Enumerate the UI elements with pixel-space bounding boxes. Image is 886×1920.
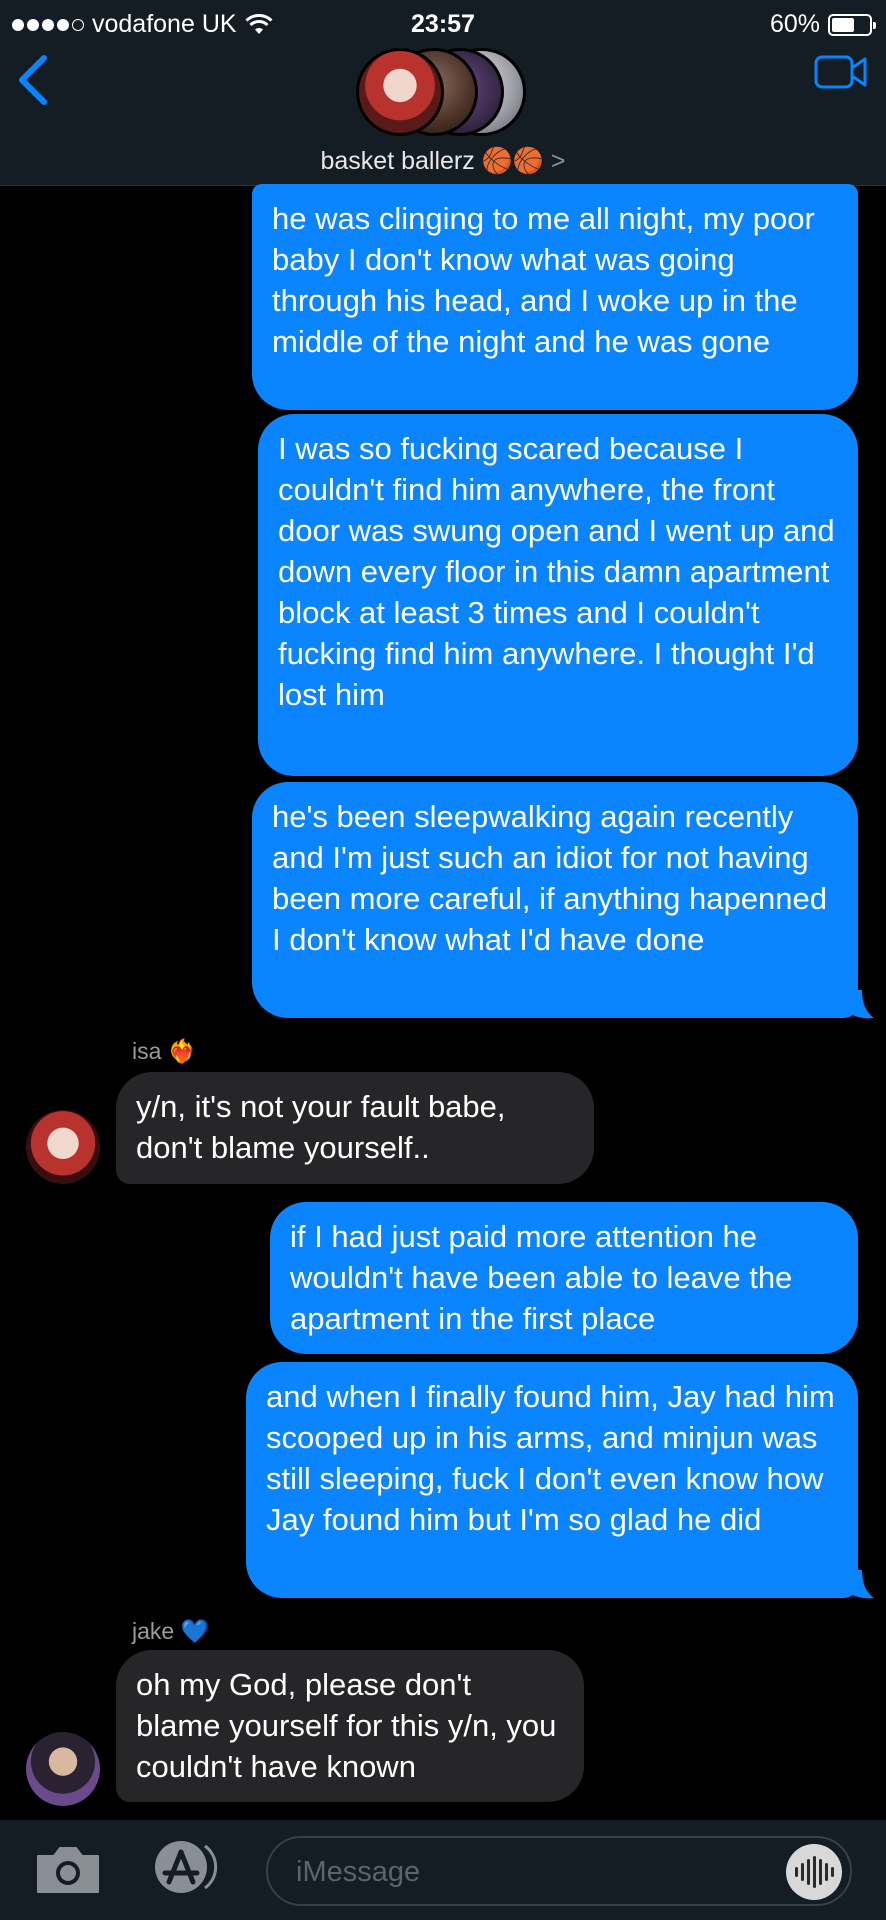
message-bubble-incoming[interactable]: oh my God, please don't blame yourself f… <box>116 1650 584 1802</box>
group-avatar-stack[interactable] <box>352 48 532 140</box>
message-bubble-outgoing[interactable]: he was clinging to me all night, my poor… <box>252 184 858 410</box>
bubble-tail <box>844 1570 874 1599</box>
chevron-right-icon: > <box>550 147 566 175</box>
message-input[interactable]: iMessage <box>266 1836 852 1906</box>
message-bubble-incoming[interactable]: y/n, it's not your fault babe, don't bla… <box>116 1072 594 1184</box>
message-bubble-outgoing[interactable]: I was so fucking scared because I couldn… <box>258 414 858 776</box>
sender-avatar-jake[interactable] <box>26 1732 100 1806</box>
battery-icon <box>828 13 876 36</box>
app-store-icon[interactable] <box>145 1838 223 1896</box>
message-bubble-outgoing[interactable]: he's been sleepwalking again recently an… <box>252 782 858 1018</box>
group-name-label: basket ballerz 🏀🏀 <box>320 147 544 175</box>
group-name[interactable]: basket ballerz 🏀🏀 > <box>0 147 886 176</box>
bubble-tail <box>844 990 874 1019</box>
status-bar: vodafone UK 23:57 60% <box>0 8 886 42</box>
sender-name-isa: isa ❤️‍🔥 <box>132 1038 197 1064</box>
sender-name-jake: jake 💙 <box>132 1618 210 1644</box>
message-input-placeholder: iMessage <box>296 1856 421 1888</box>
message-bubble-outgoing[interactable]: if I had just paid more attention he wou… <box>270 1202 858 1354</box>
status-time: 23:57 <box>411 10 475 38</box>
group-avatar-1 <box>356 48 444 136</box>
video-call-icon[interactable] <box>814 54 868 90</box>
battery-percent: 60% <box>769 10 820 38</box>
back-chevron-icon[interactable] <box>14 52 54 108</box>
message-bubble-outgoing[interactable]: and when I finally found him, Jay had hi… <box>246 1362 858 1598</box>
camera-icon[interactable] <box>34 1842 102 1896</box>
message-input-bar: iMessage <box>0 1820 886 1920</box>
conversation-header: vodafone UK 23:57 60% basket ballerz 🏀🏀 … <box>0 0 886 186</box>
sender-avatar-isa[interactable] <box>26 1110 100 1184</box>
audio-message-icon[interactable] <box>786 1844 842 1900</box>
